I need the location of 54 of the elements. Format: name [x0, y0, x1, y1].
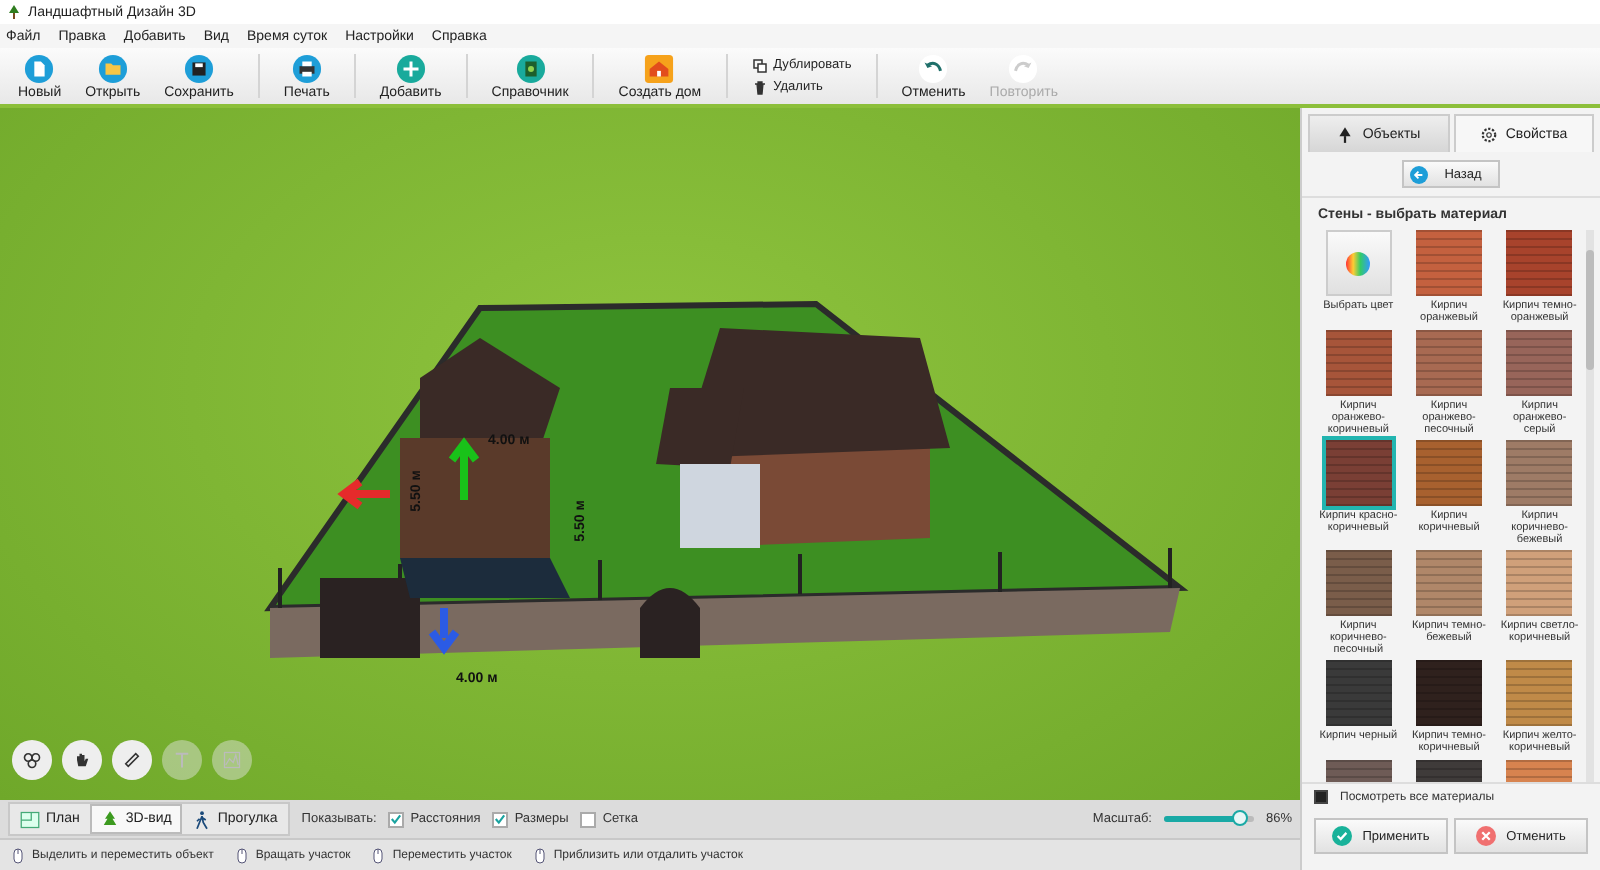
- checkbox-box[interactable]: [492, 811, 509, 827]
- brick-texture-swatch[interactable]: [1415, 330, 1482, 396]
- brick-texture-swatch[interactable]: [1506, 230, 1573, 296]
- brick-texture-swatch[interactable]: [1325, 330, 1392, 396]
- save-icon: [184, 54, 214, 84]
- copy-icon: [751, 57, 768, 73]
- brick-texture-swatch[interactable]: [1415, 550, 1482, 616]
- brick-texture-swatch[interactable]: [1325, 550, 1392, 616]
- brick-texture-swatch[interactable]: [1506, 550, 1573, 616]
- redo-icon: [1008, 54, 1039, 84]
- mouse-icon: [233, 847, 250, 863]
- brick-texture-swatch[interactable]: [1415, 660, 1482, 726]
- checkmark-icon: [1332, 826, 1353, 846]
- mouse-icon: [531, 847, 548, 863]
- checkbox-box[interactable]: [1314, 790, 1328, 804]
- brick-texture-swatch[interactable]: [1506, 330, 1573, 396]
- brick-texture-swatch[interactable]: [1506, 440, 1573, 506]
- tool-button[interactable]: [112, 740, 152, 780]
- add-icon: [395, 54, 426, 84]
- document-icon: [24, 54, 55, 84]
- undo-icon: [918, 54, 949, 84]
- checkbox-box[interactable]: [388, 811, 405, 827]
- brick-texture-swatch[interactable]: [1415, 440, 1482, 506]
- tool-button[interactable]: [62, 740, 102, 780]
- tool-button[interactable]: [12, 740, 52, 780]
- brick-texture-swatch[interactable]: [1325, 660, 1392, 726]
- text-tool-icon: [172, 750, 192, 770]
- checkmark-icon: [494, 812, 507, 826]
- checkmark-icon: [390, 812, 403, 826]
- brick-texture-swatch[interactable]: [1325, 440, 1392, 506]
- color-wheel-icon: [1346, 251, 1371, 275]
- mouse-icon: [370, 847, 387, 863]
- plan-icon: [20, 809, 40, 829]
- hand-icon: [72, 750, 92, 770]
- back-arrow-icon: [1410, 165, 1429, 183]
- trash-icon: [751, 79, 768, 95]
- printer-icon: [291, 54, 322, 84]
- zoom-slider-thumb[interactable]: [1232, 810, 1249, 826]
- house-icon: [644, 54, 675, 84]
- brick-texture-swatch[interactable]: [1415, 230, 1482, 296]
- brick-texture-swatch[interactable]: [1506, 660, 1573, 726]
- color-picker-tile[interactable]: [1325, 230, 1392, 296]
- book-icon: [515, 54, 546, 84]
- ruler-icon: [122, 750, 142, 770]
- folder-icon: [97, 54, 128, 84]
- walking-person-icon: [191, 809, 212, 829]
- mouse-icon: [10, 847, 26, 863]
- checkbox-box[interactable]: [580, 811, 597, 827]
- settings-icon: [1479, 125, 1498, 143]
- picture-icon: [222, 750, 242, 770]
- objects-icon: [22, 750, 42, 770]
- app-logo-icon: [6, 4, 22, 20]
- scrollbar-thumb[interactable]: [1586, 250, 1594, 370]
- close-icon: [1476, 826, 1497, 846]
